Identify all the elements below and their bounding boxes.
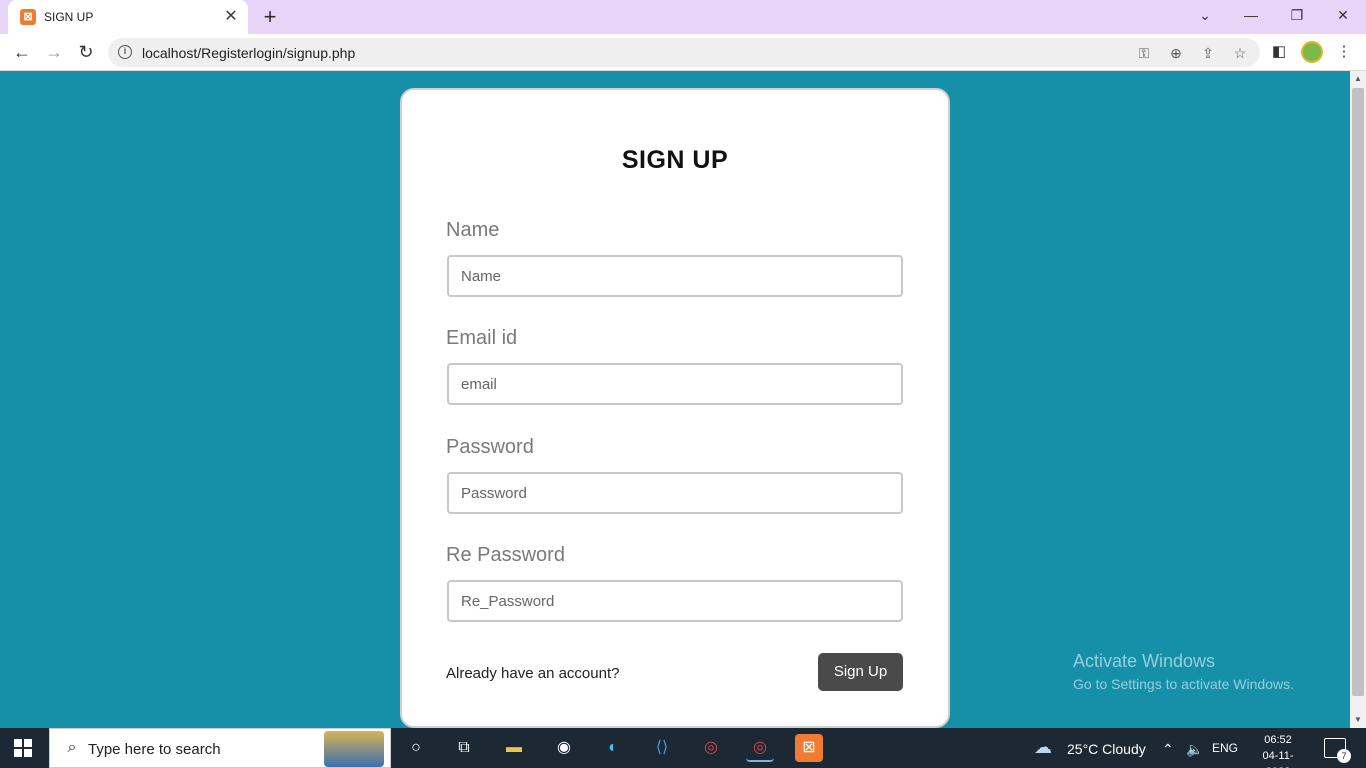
search-icon: ⌕ [67, 739, 77, 756]
repassword-input[interactable] [447, 580, 903, 622]
task-view-icon[interactable]: ⧉ [450, 734, 478, 762]
menu-icon[interactable]: ⋮ [1333, 41, 1355, 63]
email-label: Email id [446, 327, 518, 349]
url-text[interactable]: localhost/Registerlogin/signup.php [142, 45, 355, 61]
scroll-thumb[interactable] [1352, 88, 1364, 696]
cloud-icon[interactable]: ☁ [1034, 737, 1052, 758]
clock-date: 04-11-2022 [1262, 750, 1294, 768]
back-button[interactable]: ← [10, 40, 34, 64]
tab-strip: ⊠ SIGN UP ✕ + ⌄ — ❐ ✕ [0, 0, 1366, 34]
page-title: SIGN UP [621, 146, 729, 174]
notification-center-icon[interactable]: 7 [1324, 738, 1351, 763]
weather-text[interactable]: 25°C Cloudy [1067, 741, 1146, 757]
clock-time: 06:52 [1264, 734, 1292, 746]
profile-avatar[interactable] [1301, 41, 1323, 63]
signup-button[interactable]: Sign Up [818, 653, 903, 691]
vscode-icon[interactable]: ⟨⟩ [648, 734, 676, 762]
name-input[interactable] [447, 255, 903, 297]
close-window-button[interactable]: ✕ [1330, 4, 1356, 26]
xampp-taskbar-icon[interactable]: ⊠ [795, 734, 823, 762]
share-icon[interactable]: ⇪ [1198, 43, 1218, 63]
new-tab-button[interactable]: + [258, 5, 282, 29]
key-icon[interactable]: ⚿ [1134, 43, 1154, 63]
scroll-up-arrow-icon[interactable]: ▲ [1350, 71, 1366, 87]
activate-windows-watermark: Activate Windows Go to Settings to activ… [1073, 651, 1294, 692]
page-viewport: SIGN UP Name Email id Password Re Passwo… [0, 71, 1350, 728]
windows-taskbar: ⌕ Type here to search ○ ⧉ ▬ ◉ ◐ ⟨⟩ ◎ ◎ ⊠… [0, 728, 1366, 768]
tab-title: SIGN UP [44, 10, 94, 24]
browser-toolbar: ← → ↻ i localhost/Registerlogin/signup.p… [0, 34, 1366, 71]
password-input[interactable] [447, 472, 903, 514]
email-input[interactable] [447, 363, 903, 405]
scroll-down-arrow-icon[interactable]: ▼ [1350, 712, 1366, 728]
chrome-profile-icon[interactable]: ◎ [746, 734, 774, 762]
notification-badge: 7 [1337, 749, 1351, 763]
zoom-icon[interactable]: ⊕ [1166, 43, 1186, 63]
search-highlight-icon[interactable] [324, 731, 384, 767]
password-label: Password [446, 436, 534, 458]
side-panel-icon[interactable]: ◧ [1268, 41, 1290, 63]
restore-button[interactable]: ❐ [1284, 4, 1310, 26]
language-indicator[interactable]: ENG [1212, 741, 1238, 755]
vertical-scrollbar[interactable]: ▲ ▼ [1350, 71, 1366, 728]
taskbar-search-box[interactable]: ⌕ Type here to search [49, 728, 391, 768]
name-label: Name [446, 219, 500, 241]
minimize-button[interactable]: — [1238, 4, 1264, 26]
watermark-title: Activate Windows [1073, 651, 1216, 671]
forward-button[interactable]: → [42, 40, 66, 64]
taskbar-clock[interactable]: 06:52 04-11-2022 [1252, 732, 1304, 768]
login-link[interactable]: Already have an account? [446, 665, 619, 682]
kaspersky-icon[interactable]: ◉ [550, 734, 578, 762]
edge-icon[interactable]: ◐ [599, 734, 627, 762]
address-bar[interactable]: i localhost/Registerlogin/signup.php ⚿ ⊕… [108, 38, 1260, 67]
show-hidden-icons-icon[interactable]: ⌃ [1162, 741, 1174, 758]
cortana-icon[interactable]: ○ [402, 734, 430, 762]
watermark-subtitle: Go to Settings to activate Windows. [1073, 676, 1294, 692]
volume-icon[interactable]: 🔈 [1186, 741, 1203, 758]
bookmark-star-icon[interactable]: ☆ [1230, 43, 1250, 63]
close-tab-icon[interactable]: ✕ [222, 8, 240, 26]
reload-button[interactable]: ↻ [74, 40, 98, 64]
chrome-icon[interactable]: ◎ [697, 734, 725, 762]
tab-search-icon[interactable]: ⌄ [1192, 4, 1218, 26]
signup-card: SIGN UP Name Email id Password Re Passwo… [400, 88, 950, 728]
site-info-icon[interactable]: i [118, 45, 132, 59]
windows-start-icon[interactable] [14, 739, 32, 757]
taskbar-search-placeholder: Type here to search [88, 741, 221, 758]
browser-tab[interactable]: ⊠ SIGN UP ✕ [8, 0, 248, 34]
file-explorer-icon[interactable]: ▬ [500, 734, 528, 762]
repassword-label: Re Password [446, 544, 565, 566]
xampp-icon: ⊠ [20, 9, 36, 25]
